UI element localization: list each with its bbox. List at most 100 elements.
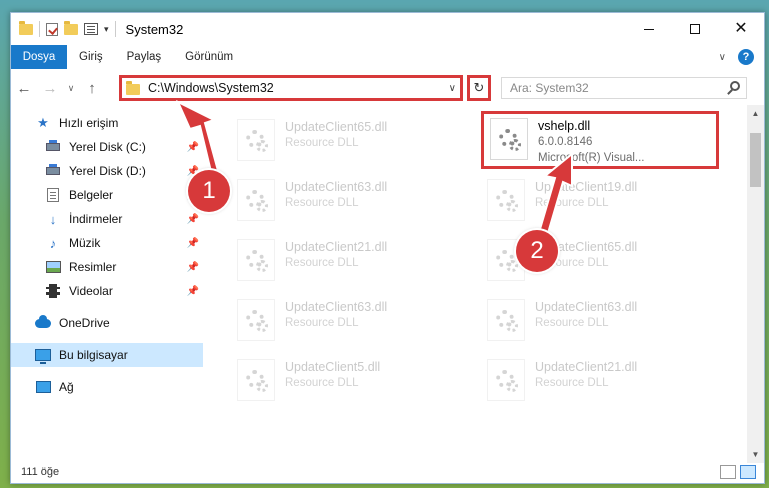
pin-icon[interactable]: 📌 (187, 286, 199, 297)
properties-icon[interactable] (84, 23, 98, 35)
details-view-icon[interactable] (720, 465, 736, 479)
address-path[interactable]: C:\Windows\System32 (148, 81, 274, 95)
view-toggle (720, 465, 756, 479)
minimize-button[interactable] (626, 13, 672, 45)
search-input[interactable]: Ara: System32 (501, 77, 747, 99)
close-button[interactable]: ✕ (718, 13, 764, 45)
tab-file[interactable]: Dosya (11, 45, 67, 69)
sidebar-item-network[interactable]: Ağ (11, 375, 203, 399)
sidebar-item-label: Müzik (69, 236, 101, 250)
folder-icon (126, 81, 140, 95)
file-description: Resource DLL (535, 197, 609, 209)
help-icon[interactable]: ? (738, 49, 754, 65)
ribbon-right-controls: ∨ ? (719, 45, 754, 69)
file-name: UpdateClient63.dll (535, 300, 638, 314)
file-tile[interactable]: UpdateClient65.dll Resource DLL (231, 115, 461, 169)
forward-button[interactable]: → (37, 75, 63, 101)
scroll-up-icon[interactable]: ▲ (747, 105, 764, 122)
sidebar-item-onedrive[interactable]: OneDrive (11, 311, 203, 335)
music-icon: ♪ (49, 235, 57, 251)
close-icon: ✕ (734, 20, 748, 37)
sidebar-item-music[interactable]: ♪ Müzik 📌 (11, 231, 203, 255)
sidebar-item-quick-access[interactable]: ★ Hızlı erişim (11, 111, 203, 135)
documents-icon (45, 187, 61, 203)
large-icons-view-icon[interactable] (740, 465, 756, 479)
window-controls: ✕ (626, 13, 764, 45)
file-tile[interactable]: UpdateClient21.dll Resource DLL (481, 355, 711, 409)
minimize-icon (644, 28, 654, 30)
item-count: 111 öğe (21, 466, 60, 478)
sidebar-item-this-pc[interactable]: Bu bilgisayar (11, 343, 203, 367)
address-dropdown-icon[interactable]: ∨ (449, 83, 456, 94)
file-version: 6.0.0.8146 (538, 136, 593, 148)
dll-file-icon (237, 119, 275, 161)
dll-file-icon (237, 179, 275, 221)
drive-icon (45, 139, 61, 155)
file-description: Resource DLL (535, 377, 609, 389)
sidebar-item-label: Ağ (59, 380, 74, 394)
sidebar-item-label: Resimler (69, 260, 117, 274)
pin-icon[interactable]: 📌 (187, 262, 199, 273)
address-bar[interactable]: C:\Windows\System32 ∨ (119, 75, 463, 101)
pin-icon[interactable]: 📌 (187, 142, 199, 153)
file-tile[interactable]: UpdateClient65.dll Resource DLL (481, 235, 711, 289)
dll-file-icon (487, 179, 525, 221)
file-name: UpdateClient21.dll (535, 360, 638, 374)
sidebar-item-documents[interactable]: Belgeler 📌 (11, 183, 203, 207)
file-tile[interactable]: UpdateClient5.dll Resource DLL (231, 355, 461, 409)
pin-icon[interactable]: 📌 (187, 238, 199, 249)
search-placeholder: Ara: System32 (510, 81, 589, 95)
sidebar-item-label: OneDrive (59, 316, 110, 330)
file-name: UpdateClient21.dll (285, 240, 388, 254)
file-description: Resource DLL (285, 137, 359, 149)
dll-file-icon (487, 299, 525, 341)
file-name: UpdateClient63.dll (285, 300, 388, 314)
onedrive-icon (35, 314, 51, 331)
file-tile[interactable]: UpdateClient63.dll Resource DLL (231, 295, 461, 349)
vertical-scrollbar[interactable]: ▲ ▼ (747, 105, 764, 463)
refresh-button[interactable]: ↻ (467, 75, 491, 101)
file-tile-vshelp[interactable]: vshelp.dll 6.0.0.8146 Microsoft(R) Visua… (481, 111, 719, 169)
maximize-button[interactable] (672, 13, 718, 45)
up-button[interactable]: ↑ (79, 75, 105, 101)
sidebar-item-label: Bu bilgisayar (59, 348, 128, 362)
new-folder-icon[interactable] (64, 20, 78, 35)
recent-locations-button[interactable]: ∨ (63, 75, 79, 101)
sidebar-item-local-disk-d[interactable]: Yerel Disk (D:) 📌 (11, 159, 203, 183)
file-tile[interactable]: UpdateClient21.dll Resource DLL (231, 235, 461, 289)
file-description: Resource DLL (535, 317, 609, 329)
navigation-pane: ★ Hızlı erişim Yerel Disk (C:) 📌 Yerel D… (11, 111, 207, 451)
pin-icon[interactable]: 📌 (187, 214, 199, 225)
quick-access-toolbar: ▾ (11, 13, 116, 45)
sidebar-item-label: Videolar (69, 284, 113, 298)
navigation-bar: ← → ∨ ↑ C:\Windows\System32 ∨ ↻ Ara: Sys… (11, 73, 764, 103)
file-list: UpdateClient65.dll Resource DLL vshelp.dl… (215, 111, 739, 463)
sidebar-item-local-disk-c[interactable]: Yerel Disk (C:) 📌 (11, 135, 203, 159)
maximize-icon (690, 24, 700, 34)
tab-share[interactable]: Paylaş (115, 45, 174, 69)
folder-icon (19, 20, 33, 35)
sidebar-item-pictures[interactable]: Resimler 📌 (11, 255, 203, 279)
network-icon (35, 379, 51, 395)
scrollbar-thumb[interactable] (750, 133, 761, 187)
customize-toolbar-chevron-icon[interactable]: ▾ (104, 24, 109, 35)
tab-view[interactable]: Görünüm (173, 45, 245, 69)
tab-home[interactable]: Giriş (67, 45, 115, 69)
file-tile[interactable]: UpdateClient19.dll Resource DLL (481, 175, 711, 229)
file-tile[interactable]: UpdateClient63.dll Resource DLL (231, 175, 461, 229)
toolbar-divider (39, 21, 40, 37)
chevron-down-icon[interactable]: ∨ (719, 52, 726, 63)
dll-file-icon (490, 118, 528, 160)
sidebar-item-videos[interactable]: Videolar 📌 (11, 279, 203, 303)
videos-icon (45, 283, 61, 299)
downloads-icon: ↓ (49, 211, 57, 227)
file-description: Resource DLL (285, 317, 359, 329)
search-icon (730, 81, 740, 91)
properties-check-icon[interactable] (46, 22, 58, 36)
file-description: Resource DLL (285, 197, 359, 209)
back-button[interactable]: ← (11, 75, 37, 101)
step-1-badge: 1 (188, 170, 230, 212)
sidebar-item-downloads[interactable]: ↓ İndirmeler 📌 (11, 207, 203, 231)
explorer-window: ▾ System32 ✕ Dosya Giriş Paylaş Görünüm … (10, 12, 765, 484)
file-tile[interactable]: UpdateClient63.dll Resource DLL (481, 295, 711, 349)
